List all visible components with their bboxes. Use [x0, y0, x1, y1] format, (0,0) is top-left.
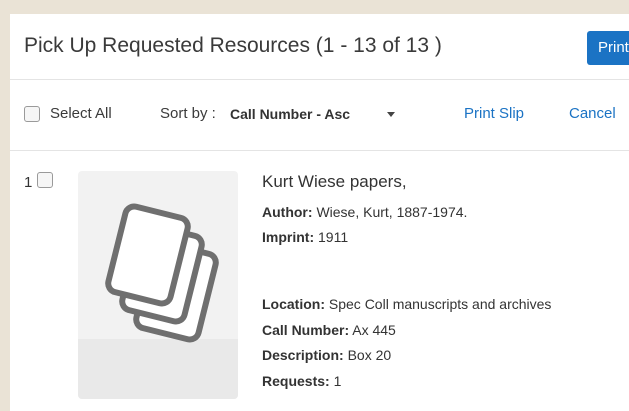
- result-index: 1: [24, 174, 33, 191]
- result-thumbnail[interactable]: [78, 171, 238, 399]
- author-field: Author: Wiese, Kurt, 1887-1974.: [262, 204, 467, 220]
- sort-by-label: Sort by :: [160, 105, 216, 122]
- document-pages-icon: [78, 203, 238, 399]
- location-label: Location:: [262, 296, 325, 312]
- page-header: Pick Up Requested Resources (1 - 13 of 1…: [10, 14, 629, 80]
- imprint-label: Imprint:: [262, 229, 315, 245]
- description-field: Description: Box 20: [262, 347, 391, 363]
- call-number-field: Call Number: Ax 445: [262, 322, 396, 338]
- imprint-field: Imprint: 1911: [262, 229, 348, 245]
- list-toolbar: Select All Sort by : Call Number - Asc P…: [10, 81, 629, 151]
- description-value: Box 20: [347, 347, 392, 363]
- location-value: Spec Coll manuscripts and archives: [328, 296, 552, 312]
- cancel-link[interactable]: Cancel: [569, 105, 616, 122]
- results-panel: Pick Up Requested Resources (1 - 13 of 1…: [10, 14, 629, 411]
- select-all-checkbox[interactable]: [24, 106, 40, 122]
- imprint-value: 1911: [318, 229, 349, 245]
- author-label: Author:: [262, 204, 313, 220]
- print-button[interactable]: Print: [587, 31, 629, 65]
- sort-dropdown[interactable]: Call Number - Asc: [230, 106, 350, 122]
- description-label: Description:: [262, 347, 344, 363]
- select-all-label[interactable]: Select All: [50, 105, 112, 122]
- requests-label: Requests:: [262, 373, 330, 389]
- result-title[interactable]: Kurt Wiese papers,: [262, 172, 407, 192]
- caret-down-icon[interactable]: [387, 112, 395, 117]
- author-value: Wiese, Kurt, 1887-1974.: [316, 204, 468, 220]
- print-slip-link[interactable]: Print Slip: [464, 105, 524, 122]
- result-checkbox[interactable]: [37, 172, 53, 188]
- requests-field: Requests: 1: [262, 373, 341, 389]
- location-field: Location: Spec Coll manuscripts and arch…: [262, 296, 551, 312]
- call-number-value: Ax 445: [352, 322, 396, 338]
- page-title: Pick Up Requested Resources (1 - 13 of 1…: [24, 34, 442, 57]
- call-number-label: Call Number:: [262, 322, 350, 338]
- requests-value: 1: [333, 373, 342, 389]
